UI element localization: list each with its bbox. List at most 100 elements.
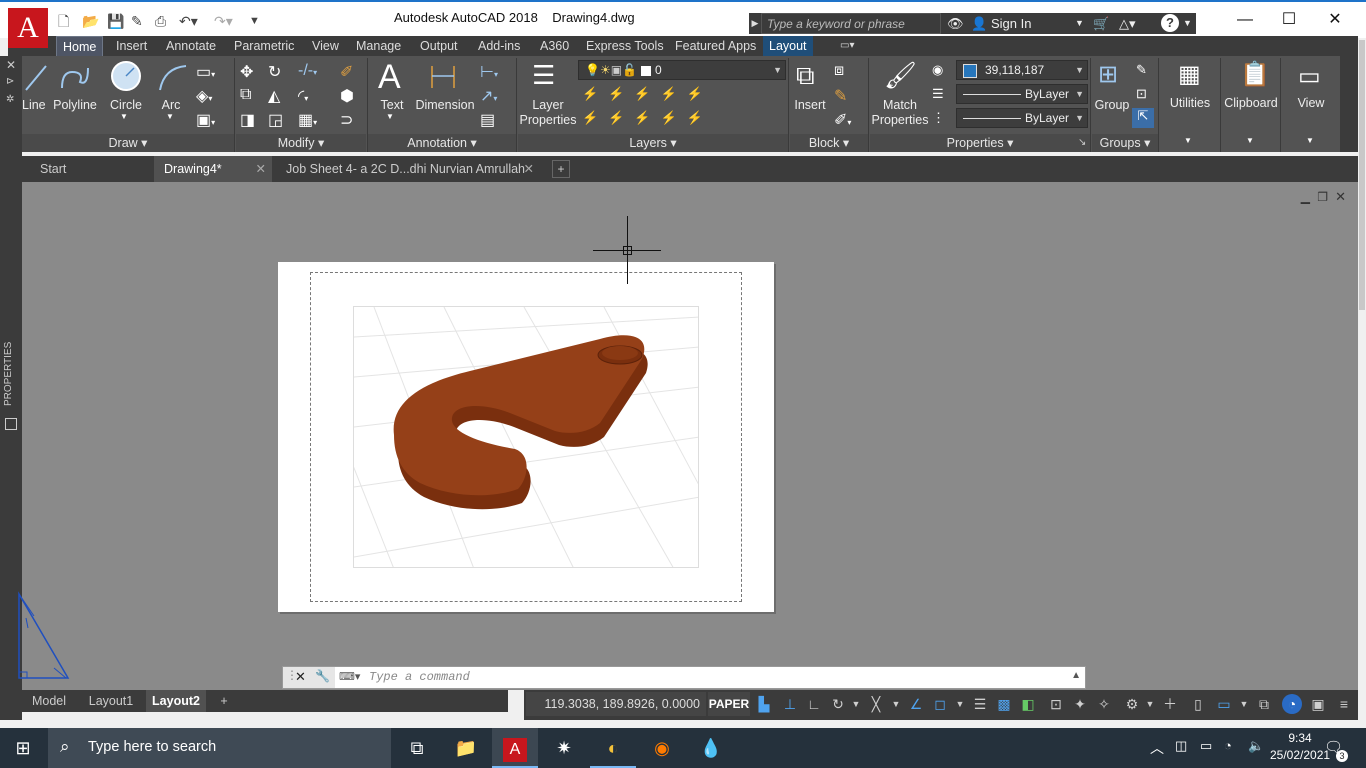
region-icon[interactable]: ▣▾ <box>196 110 215 130</box>
app-icon[interactable]: ✷ <box>541 728 587 768</box>
polar-icon[interactable]: ↻ <box>828 694 848 714</box>
properties-launcher-icon[interactable]: ↘ <box>1078 137 1086 148</box>
autocad-taskbar-icon[interactable]: A <box>492 728 538 768</box>
new-layout-button[interactable]: + <box>214 690 234 712</box>
file-tab-job-sheet[interactable]: Job Sheet 4- a 2C D...dhi Nurvian Amrull… <box>276 156 538 182</box>
close-button[interactable]: ✕ <box>1312 6 1358 34</box>
tab-insert[interactable]: Insert <box>110 36 153 56</box>
command-prompt-icon[interactable]: ⌨▾ <box>339 670 360 683</box>
tab-layout2[interactable]: Layout2 <box>146 690 206 712</box>
show-hidden-icons[interactable]: ︿ <box>1150 738 1164 758</box>
application-menu-button[interactable]: A <box>8 8 48 48</box>
group-icon[interactable]: ⊞ <box>1098 60 1118 89</box>
transparency-icon[interactable]: ▩ <box>994 694 1014 714</box>
windows-start-icon[interactable]: ⊞ <box>0 728 46 768</box>
palette-settings-icon[interactable]: ✲ <box>6 94 14 105</box>
isodraft-dropdown-icon[interactable]: ▼ <box>886 694 906 714</box>
drawing-close-icon[interactable]: ✕ <box>1335 189 1346 205</box>
lineweight-icon[interactable]: ☰ <box>932 86 944 102</box>
linetype-dropdown[interactable]: ByLayer ▼ <box>956 108 1088 128</box>
ribbon-minimize-icon[interactable]: ▭▾ <box>834 36 860 56</box>
palette-autohide-icon[interactable]: ⊳ <box>6 76 14 87</box>
workspace-icon[interactable]: ⚙ <box>1122 694 1142 714</box>
workspace-dropdown-icon[interactable]: ▼ <box>1140 694 1160 714</box>
help-dropdown-icon[interactable]: ▼ <box>1183 13 1192 34</box>
customization-menu-icon[interactable]: ≡ <box>1334 694 1354 714</box>
tab-model[interactable]: Model <box>22 690 76 712</box>
properties-palette-label[interactable]: PROPERTIES <box>3 342 19 406</box>
layer-properties-button-line2[interactable]: Properties <box>518 113 578 128</box>
line-button[interactable]: Line <box>22 98 46 113</box>
group-selection-icon[interactable]: ⇱ <box>1132 108 1154 128</box>
text-button[interactable]: Text <box>372 98 412 113</box>
save-icon[interactable]: 💾 <box>107 12 124 30</box>
sign-in-dropdown-icon[interactable]: ▼ <box>1075 13 1084 34</box>
annotation-monitor-icon[interactable]: ✦ <box>1070 694 1090 714</box>
save-as-icon[interactable]: ✎ <box>131 12 143 30</box>
arc-dropdown-icon[interactable]: ▼ <box>166 112 174 121</box>
annotation-scale-icon[interactable]: ✧ <box>1094 694 1114 714</box>
close-tab-icon[interactable]: ✕ <box>256 156 266 182</box>
isodraft-icon[interactable]: ╳ <box>866 694 886 714</box>
group-edit-icon[interactable]: ⊡ <box>1136 86 1147 102</box>
help-icon[interactable]: ? <box>1161 14 1179 32</box>
properties-panel-title[interactable]: Properties ▾ <box>870 134 1090 152</box>
help-search-input[interactable]: Type a keyword or phrase <box>761 13 941 34</box>
table-icon[interactable]: ▤ <box>480 110 495 130</box>
polar-dropdown-icon[interactable]: ▼ <box>846 694 866 714</box>
network-icon[interactable]: ◔ <box>1224 738 1232 753</box>
layer-properties-icon[interactable]: ☰ <box>532 60 555 91</box>
move-icon[interactable]: ✥ <box>240 62 253 82</box>
search-expand-icon[interactable]: ▶ <box>749 13 761 34</box>
vertical-scrollbar[interactable] <box>1359 40 1365 310</box>
stretch-icon[interactable]: ◨ <box>240 110 255 130</box>
isolate-dropdown-icon[interactable]: ▼ <box>1234 694 1254 714</box>
clean-screen-icon[interactable]: ▣ <box>1308 694 1328 714</box>
properties-palette-icon[interactable] <box>5 418 17 430</box>
file-explorer-icon[interactable]: 📁 <box>443 728 489 768</box>
polyline-button[interactable]: Polyline <box>50 98 100 113</box>
snap-icon[interactable]: ▙ <box>754 694 774 714</box>
tab-manage[interactable]: Manage <box>350 36 407 56</box>
infer-constraints-icon[interactable]: ⊥ <box>780 694 800 714</box>
draw-panel-title[interactable]: Draw ▾ <box>22 134 234 152</box>
tab-layout1[interactable]: Layout1 <box>80 690 142 712</box>
circle-button[interactable]: Circle <box>106 98 146 113</box>
quick-view-icon[interactable]: ⊡ <box>1046 694 1066 714</box>
polyline-icon[interactable] <box>58 62 92 92</box>
dimension-icon[interactable] <box>428 62 458 90</box>
new-file-icon[interactable]: 🗋 <box>58 12 69 30</box>
line-icon[interactable] <box>24 62 48 92</box>
tab-layout[interactable]: Layout <box>763 36 813 56</box>
ungroup-icon[interactable]: ✎ <box>1136 62 1147 78</box>
lineweight-toggle-icon[interactable]: ☰ <box>970 694 990 714</box>
array-icon[interactable]: ▦▾ <box>298 110 317 130</box>
color-wheel-icon[interactable]: ◉ <box>932 62 943 78</box>
tab-view[interactable]: View <box>306 36 345 56</box>
battery-icon[interactable]: ▭ <box>1200 738 1212 754</box>
insert-block-icon[interactable]: ⧉ <box>796 60 815 92</box>
arc-button[interactable]: Arc <box>156 98 186 113</box>
color-dropdown[interactable]: 39,118,187 ▼ <box>956 60 1088 80</box>
tab-home[interactable]: Home <box>56 36 104 56</box>
maximize-button[interactable]: ☐ <box>1266 6 1312 34</box>
units-icon[interactable]: ▯ <box>1188 694 1208 714</box>
annotation-panel-title[interactable]: Annotation ▾ <box>368 134 516 152</box>
edit-block-icon[interactable]: ✎ <box>834 86 847 106</box>
app-icon[interactable]: ◐ <box>590 728 636 768</box>
file-tab-start[interactable]: Start <box>30 156 148 182</box>
copy-icon[interactable]: ⧉ <box>240 86 251 104</box>
layout-viewport[interactable] <box>353 306 699 568</box>
taskbar-search[interactable]: ⌕ Type here to search <box>48 728 391 768</box>
create-block-icon[interactable]: ⧈ <box>834 62 844 80</box>
circle-icon[interactable] <box>110 60 142 92</box>
coordinates-readout[interactable]: 119.3038, 189.8926, 0.0000 <box>526 692 706 716</box>
tab-a360[interactable]: A360 <box>534 36 575 56</box>
isolate-objects-icon[interactable]: ▭ <box>1214 694 1234 714</box>
arc-icon[interactable] <box>156 62 188 92</box>
new-tab-button[interactable]: + <box>552 160 570 178</box>
modify-panel-title[interactable]: Modify ▾ <box>236 134 366 152</box>
tab-output[interactable]: Output <box>414 36 464 56</box>
annotation-add-icon[interactable]: ＋ <box>1160 694 1180 714</box>
tab-express-tools[interactable]: Express Tools <box>580 36 670 56</box>
